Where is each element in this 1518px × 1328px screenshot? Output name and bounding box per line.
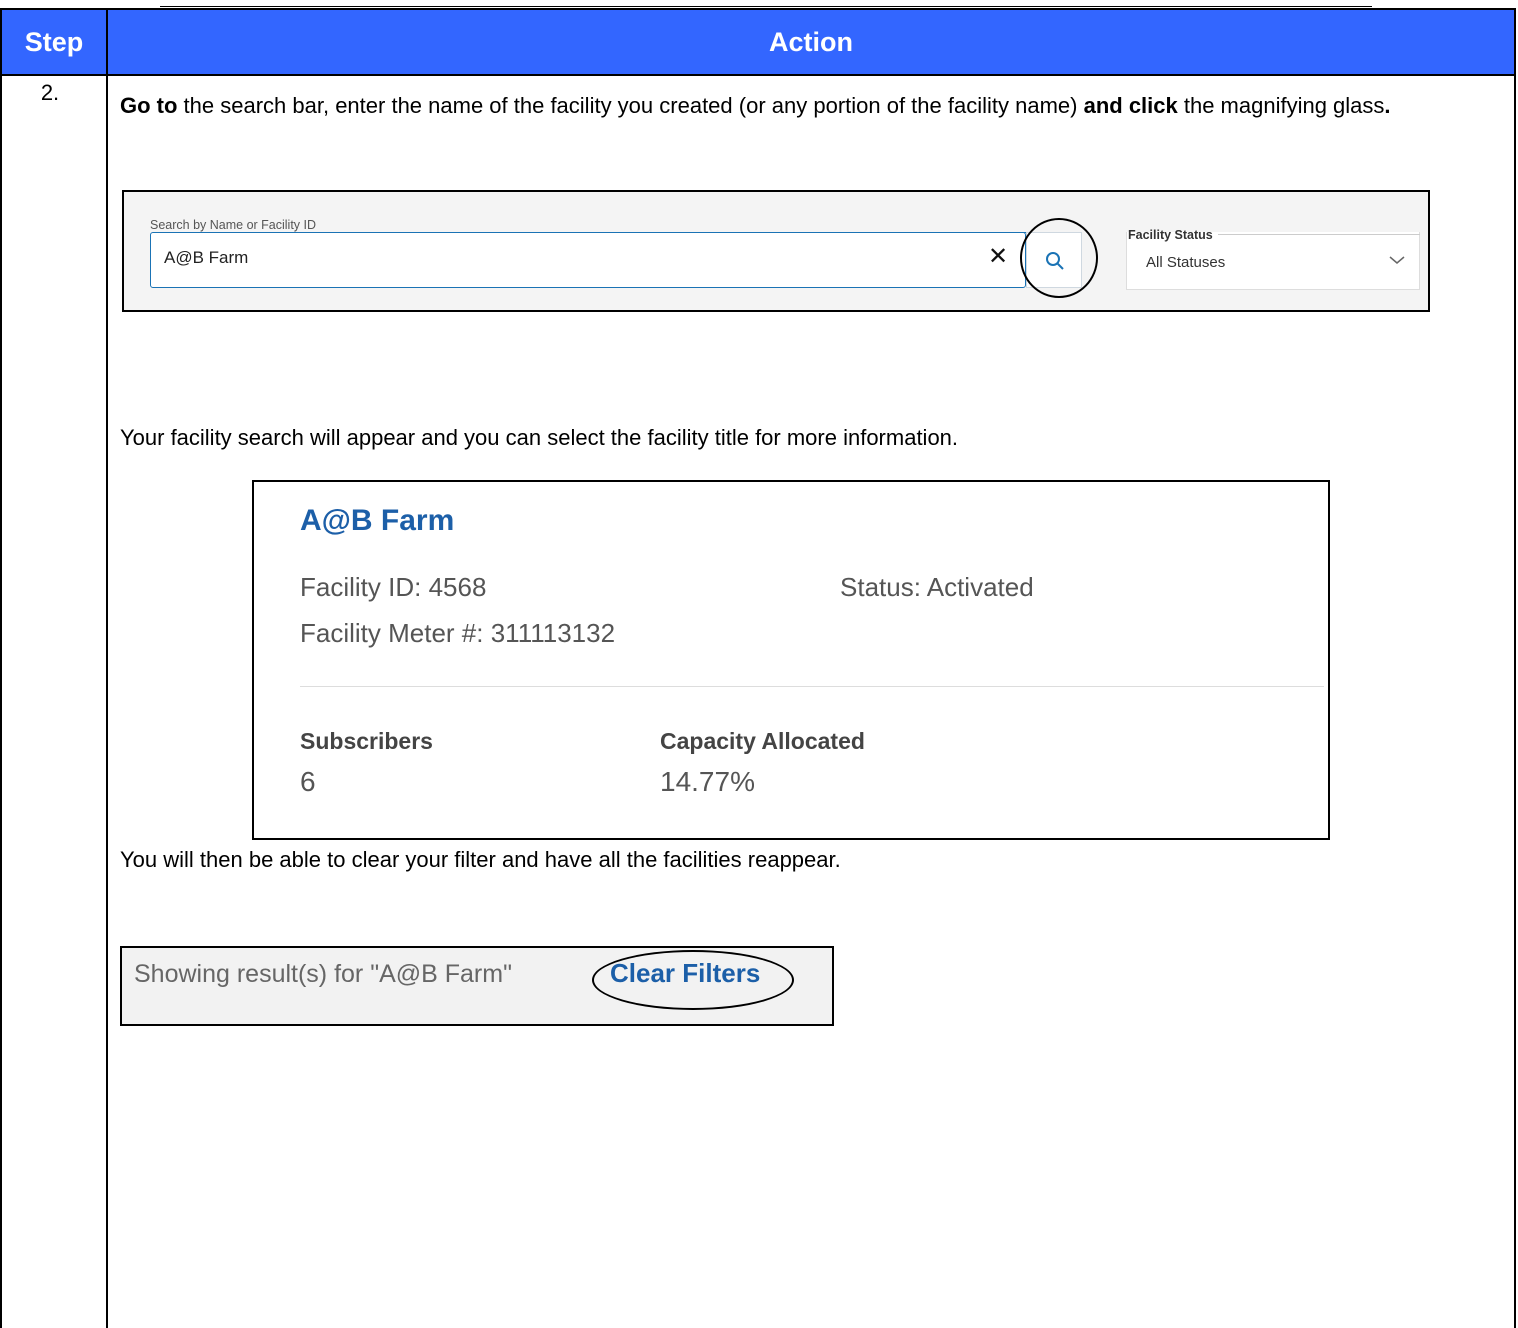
- search-legend-line: [332, 232, 1026, 233]
- header-step: Step: [24, 27, 84, 57]
- result-description: Your facility search will appear and you…: [120, 425, 959, 450]
- facility-status-label: Facility Status: [1128, 228, 1213, 242]
- instruction-text: Go to the search bar, enter the name of …: [120, 90, 1490, 122]
- instruction-middle: the search bar, enter the name of the fa…: [177, 93, 1084, 118]
- showing-results-text: Showing result(s) for "A@B Farm": [134, 960, 512, 988]
- search-screenshot: Search by Name or Facility ID A@B Farm ✕…: [122, 190, 1430, 312]
- close-icon[interactable]: ✕: [988, 242, 1008, 271]
- facility-status-value: All Statuses: [1146, 254, 1226, 271]
- table-header-row: Step Action: [2, 10, 1514, 76]
- facility-status: Status: Activated: [840, 572, 1034, 602]
- header-action: Action: [769, 27, 853, 57]
- instruction-and-click: and click: [1083, 93, 1178, 118]
- subscribers-value: 6: [300, 766, 316, 797]
- facility-title-link[interactable]: A@B Farm: [300, 504, 454, 538]
- search-label: Search by Name or Facility ID: [148, 218, 319, 232]
- status-legend-line: [1218, 234, 1420, 235]
- search-value: A@B Farm: [164, 248, 249, 267]
- instruction-go-to: Go to: [120, 93, 178, 118]
- subscribers-label: Subscribers: [300, 728, 433, 754]
- highlight-ellipse: [592, 950, 794, 1010]
- instruction-end: the magnifying glass: [1177, 93, 1385, 118]
- card-divider: [300, 686, 1324, 687]
- facility-id: Facility ID: 4568: [300, 572, 487, 602]
- search-input[interactable]: [150, 232, 1026, 288]
- filter-result-bar: Showing result(s) for "A@B Farm" Clear F…: [120, 946, 834, 1026]
- facility-card: A@B Farm Facility ID: 4568 Status: Activ…: [252, 480, 1330, 840]
- column-divider: [106, 10, 108, 1328]
- highlight-circle: [1020, 218, 1098, 298]
- chevron-down-icon[interactable]: [1388, 254, 1406, 266]
- top-rule: [160, 6, 1372, 7]
- capacity-value: 14.77%: [660, 766, 755, 797]
- step-number: 2.: [40, 80, 60, 105]
- capacity-label: Capacity Allocated: [660, 728, 865, 754]
- facility-meter: Facility Meter #: 311113132: [300, 618, 616, 648]
- instruction-period: .: [1384, 93, 1391, 118]
- clear-description: You will then be able to clear your filt…: [120, 847, 841, 872]
